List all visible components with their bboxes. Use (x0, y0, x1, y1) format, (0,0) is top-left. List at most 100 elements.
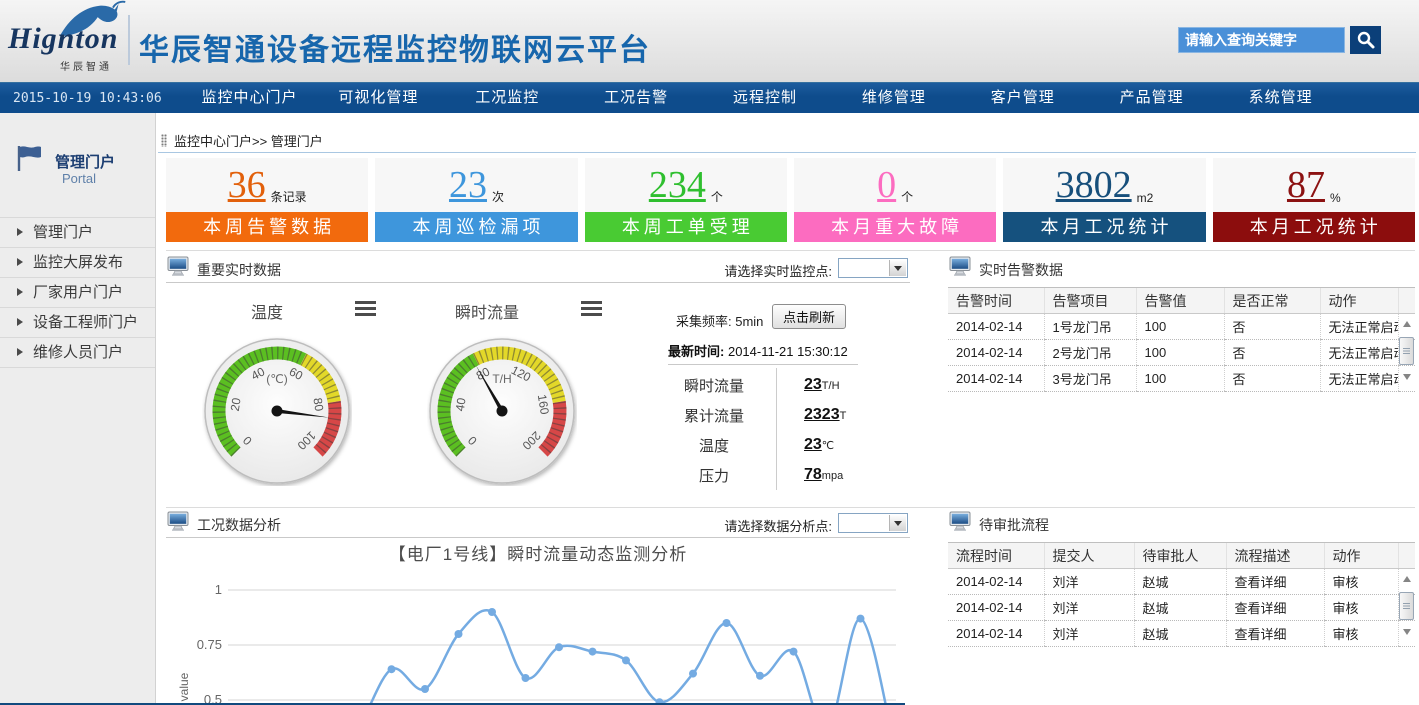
divider (166, 250, 1415, 251)
stat-card-label: 本月重大故障 (794, 212, 996, 242)
scrollbar-thumb[interactable] (1399, 337, 1414, 365)
svg-text:value: value (177, 672, 191, 701)
table-cell: 2014-02-14 (948, 569, 1044, 595)
scrollbar-thumb[interactable] (1399, 592, 1414, 620)
stat-card-unit: 次 (492, 188, 504, 205)
stat-card-6: 87%本月工况统计 (1213, 158, 1415, 243)
sidebar-item-2[interactable]: 监控大屏发布 (0, 247, 155, 277)
action-cell[interactable]: 查看详细 (1226, 621, 1324, 647)
sidebar-item-1[interactable]: 管理门户 (0, 217, 155, 247)
main-nav: 2015-10-19 10:43:06 监控中心门户可视化管理工况监控工况告警远… (0, 82, 1419, 113)
action-cell[interactable]: 审核 (1324, 621, 1398, 647)
reading-value: 2323T (768, 406, 846, 424)
stat-card-value[interactable]: 87 (1287, 166, 1325, 204)
table-row: 2014-02-14刘洋赵城查看详细审核 (948, 621, 1415, 647)
latest-time-value: 2014-11-21 15:30:12 (728, 344, 848, 359)
menu-icon[interactable] (355, 301, 376, 316)
divider (668, 364, 858, 365)
nav-timestamp: 2015-10-19 10:43:06 (13, 91, 162, 106)
column-header: 流程时间 (948, 543, 1044, 569)
stat-card-value[interactable]: 234 (649, 166, 706, 204)
search-button[interactable] (1350, 26, 1381, 54)
column-header: 是否正常 (1224, 288, 1320, 314)
nav-item-9[interactable]: 系统管理 (1216, 83, 1345, 114)
reading-number[interactable]: 2323 (804, 406, 840, 423)
nav-item-7[interactable]: 客户管理 (958, 83, 1087, 114)
chevron-right-icon (17, 288, 27, 296)
table-header-row: 流程时间提交人待审批人流程描述动作 (948, 543, 1415, 569)
dropdown-button[interactable] (889, 260, 906, 276)
stat-card-label: 本月工况统计 (1213, 212, 1415, 242)
nav-item-8[interactable]: 产品管理 (1087, 83, 1216, 114)
nav-item-6[interactable]: 维修管理 (829, 83, 958, 114)
sidebar-item-label: 设备工程师门户 (33, 314, 138, 331)
table-row: 2014-02-143号龙门吊100否无法正常启动 (948, 366, 1415, 392)
nav-item-3[interactable]: 工况监控 (443, 83, 572, 114)
table-cell: 1号龙门吊 (1044, 314, 1136, 340)
reading-value: 23℃ (768, 436, 834, 454)
action-cell[interactable]: 审核 (1324, 569, 1398, 595)
action-cell[interactable]: 查看详细 (1226, 569, 1324, 595)
temperature-gauge: 020406080100(℃) (202, 336, 352, 486)
action-cell[interactable]: 审核 (1324, 595, 1398, 621)
search-input[interactable] (1178, 27, 1345, 53)
stat-card-value-area: 87% (1213, 158, 1415, 212)
scrollbar[interactable] (1399, 314, 1414, 387)
scroll-down-icon[interactable] (1403, 629, 1411, 639)
monitor-point-select-label: 请选择实时监控点: (712, 261, 832, 280)
stat-card-1: 36条记录本周告警数据 (166, 158, 368, 243)
stat-card-2: 23次本周巡检漏项 (375, 158, 577, 243)
scroll-up-icon[interactable] (1403, 317, 1411, 327)
portal-subtitle: Portal (62, 171, 96, 186)
stat-card-value-area: 234个 (585, 158, 787, 212)
menu-icon[interactable] (581, 301, 602, 316)
column-header: 流程描述 (1226, 543, 1324, 569)
table-cell: 无法正常启动 (1320, 314, 1398, 340)
monitor-icon (167, 256, 189, 277)
sidebar-item-label: 监控大屏发布 (33, 254, 123, 271)
stat-card-value[interactable]: 0 (877, 166, 896, 204)
stat-card-value[interactable]: 3802 (1056, 166, 1132, 204)
portal-title: 管理门户 (55, 151, 115, 172)
sidebar-item-3[interactable]: 厂家用户门户 (0, 277, 155, 307)
scroll-up-icon[interactable] (1403, 572, 1411, 582)
action-cell[interactable]: 查看详细 (1226, 595, 1324, 621)
stat-card-unit: % (1330, 191, 1341, 205)
nav-item-2[interactable]: 可视化管理 (314, 83, 443, 114)
table-cell: 2014-02-14 (948, 314, 1044, 340)
stat-card-value[interactable]: 36 (228, 166, 266, 204)
stat-card-label: 本月工况统计 (1003, 212, 1205, 242)
latest-time-label: 最新时间: (668, 344, 724, 359)
dropdown-button[interactable] (889, 515, 906, 531)
stat-card-unit: 个 (901, 188, 913, 205)
refresh-button[interactable]: 点击刷新 (772, 304, 846, 329)
stat-card-3: 234个本周工单受理 (585, 158, 787, 243)
reading-number[interactable]: 78 (804, 466, 822, 483)
analysis-point-select-label: 请选择数据分析点: (712, 516, 832, 535)
reading-value: 78mpa (768, 466, 843, 484)
reading-row: 温度23℃ (660, 430, 900, 460)
reading-value: 23T/H (768, 376, 840, 394)
analysis-point-select[interactable] (838, 513, 908, 533)
scroll-down-icon[interactable] (1403, 374, 1411, 384)
table-cell: 2014-02-14 (948, 595, 1044, 621)
nav-item-5[interactable]: 远程控制 (701, 83, 830, 114)
sidebar-item-4[interactable]: 设备工程师门户 (0, 307, 155, 337)
reading-number[interactable]: 23 (804, 436, 822, 453)
stat-card-value[interactable]: 23 (449, 166, 487, 204)
monitor-point-select[interactable] (838, 258, 908, 278)
reading-number[interactable]: 23 (804, 376, 822, 393)
sidebar-item-5[interactable]: 维修人员门户 (0, 337, 155, 368)
readings-list: 瞬时流量23T/H累计流量2323T温度23℃压力78mpa (660, 370, 900, 490)
table-cell: 无法正常启动 (1320, 366, 1398, 392)
nav-item-1[interactable]: 监控中心门户 (185, 83, 314, 114)
table-cell: 100 (1136, 314, 1224, 340)
nav-item-4[interactable]: 工况告警 (572, 83, 701, 114)
scrollbar[interactable] (1399, 569, 1414, 642)
section-pending-approvals: 待审批流程 (948, 509, 1415, 538)
stat-card-5: 3802m2本月工况统计 (1003, 158, 1205, 243)
reading-unit: ℃ (822, 440, 834, 452)
page: Hignton 华辰智通 华辰智通设备远程监控物联网云平台 2015-10-19… (0, 0, 1419, 705)
chart-canvas: 10.750.5value (166, 572, 910, 705)
alarm-table: 告警时间告警项目告警值是否正常动作2014-02-141号龙门吊100否无法正常… (948, 287, 1415, 392)
